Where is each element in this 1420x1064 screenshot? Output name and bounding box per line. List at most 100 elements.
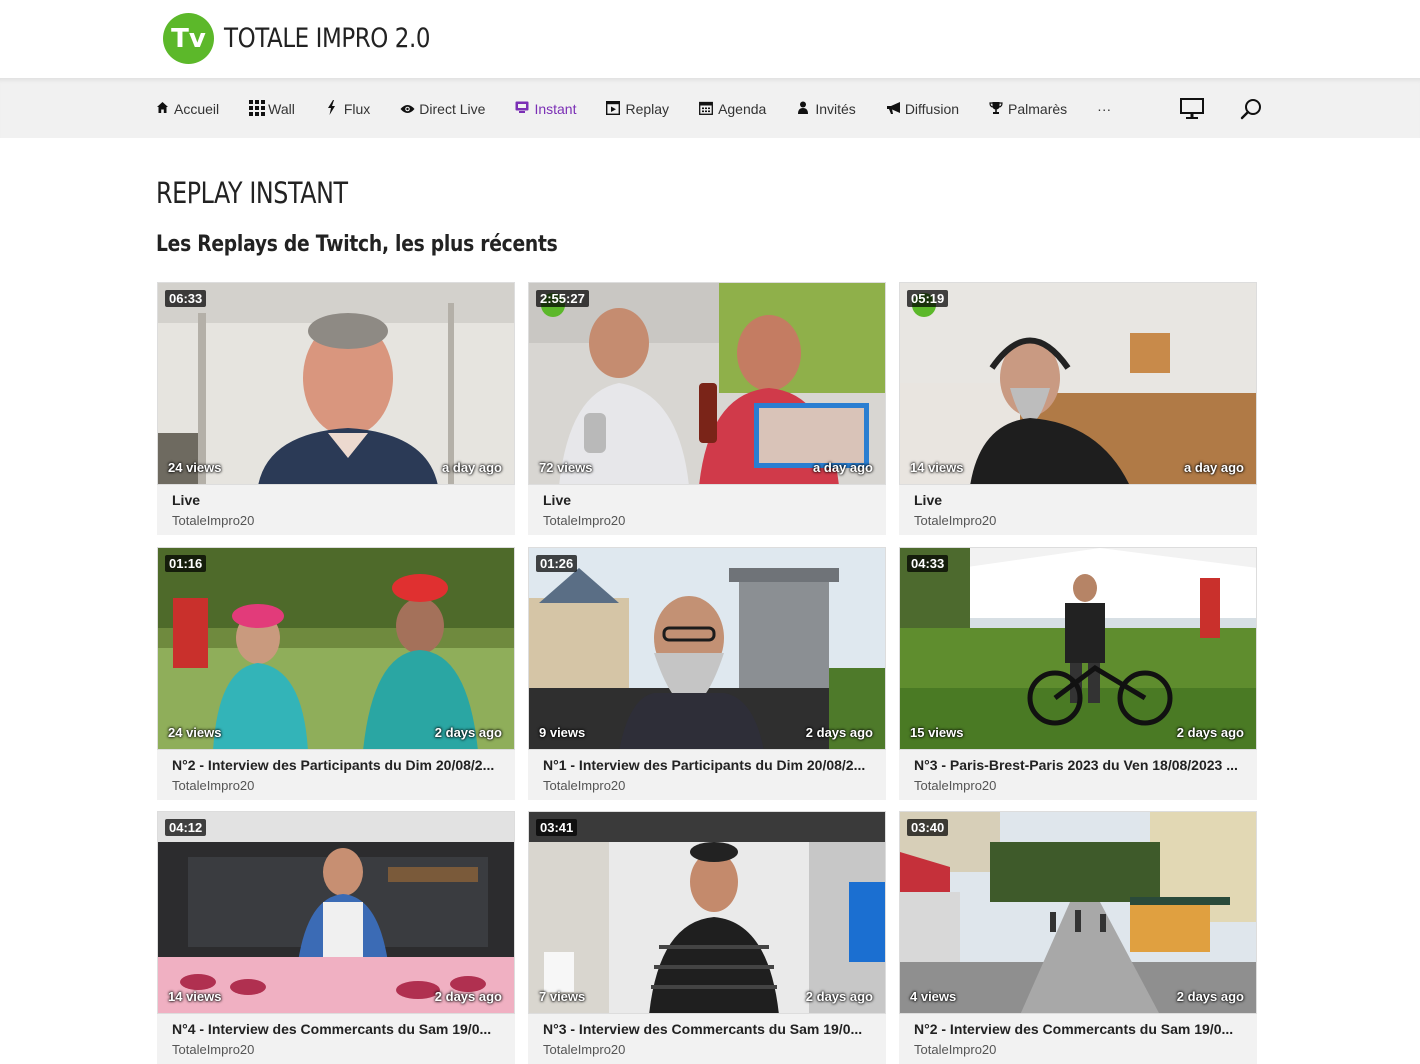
video-thumbnail[interactable]: 06:33 24 views a day ago [157, 282, 515, 485]
video-thumbnail[interactable]: 05:19 14 views a day ago [899, 282, 1257, 485]
time-ago: 2 days ago [1176, 725, 1244, 740]
views-count: 14 views [910, 460, 964, 475]
time-ago: 2 days ago [1176, 989, 1244, 1004]
nav-item-flux[interactable]: Flux [325, 100, 370, 118]
video-card[interactable]: 05:19 14 views a day ago Live TotaleImpr… [899, 282, 1257, 535]
nav-label: Palmarès [1008, 101, 1068, 117]
nav-item-palmares[interactable]: Palmarès [989, 101, 1067, 118]
nav-label: Agenda [718, 101, 767, 117]
views-count: 72 views [539, 460, 593, 475]
nav-item-replay[interactable]: Replay [606, 100, 670, 118]
nav-label: Instant [534, 101, 577, 117]
video-title[interactable]: N°1 - Interview des Participants du Dim … [543, 757, 871, 773]
thumbnail-image [900, 283, 1256, 484]
nav-item-more[interactable]: ··· [1097, 101, 1111, 117]
video-thumbnail[interactable]: 03:41 7 views 2 days ago [528, 811, 886, 1014]
channel-name: TotaleImpro20 [914, 513, 997, 528]
video-card[interactable]: 04:12 14 views 2 days ago N°4 - Intervie… [157, 811, 515, 1064]
nav-item-invites[interactable]: Invités [796, 101, 856, 117]
video-card[interactable]: 06:33 24 views a day ago Live TotaleImpr… [157, 282, 515, 535]
channel-name: TotaleImpro20 [543, 1042, 626, 1057]
video-title[interactable]: Live [543, 492, 871, 508]
video-title[interactable]: Live [172, 492, 500, 508]
views-count: 15 views [910, 725, 964, 740]
page-title: REPLAY INSTANT [156, 176, 348, 210]
site-header: Tv TOTALE IMPRO 2.0 [0, 0, 1420, 78]
calendar-icon [699, 101, 714, 118]
views-count: 7 views [539, 989, 586, 1004]
trophy-icon [989, 101, 1003, 118]
channel-name: TotaleImpro20 [914, 778, 997, 793]
nav-item-direct-live[interactable]: Direct Live [400, 101, 485, 117]
thumbnail-image [158, 548, 514, 749]
thumbnail-image [158, 812, 514, 1013]
more-icon: ··· [1097, 101, 1112, 117]
channel-name: TotaleImpro20 [543, 778, 626, 793]
thumbnail-image [529, 283, 885, 484]
views-count: 24 views [168, 460, 222, 475]
nav-label: Wall [268, 101, 295, 117]
nav-item-wall[interactable]: Wall [249, 99, 295, 119]
video-thumbnail[interactable]: 2:55:27 72 views a day ago [528, 282, 886, 485]
video-card[interactable]: 2:55:27 72 views a day ago Live TotaleIm… [528, 282, 886, 535]
views-count: 14 views [168, 989, 222, 1004]
time-ago: 2 days ago [805, 725, 873, 740]
channel-name: TotaleImpro20 [543, 513, 626, 528]
nav-label: Invités [815, 101, 856, 117]
nav-label: Direct Live [419, 101, 486, 117]
eye-icon [400, 102, 415, 117]
search-icon[interactable] [1240, 79, 1262, 139]
nav-item-diffusion[interactable]: Diffusion [886, 101, 959, 118]
video-card[interactable]: 01:16 24 views 2 days ago N°2 - Intervie… [157, 547, 515, 800]
time-ago: a day ago [813, 460, 873, 475]
main-content: REPLAY INSTANT Les Replays de Twitch, le… [156, 138, 1260, 1064]
thumbnail-image [900, 548, 1256, 749]
video-card[interactable]: 03:41 7 views 2 days ago N°3 - Interview… [528, 811, 886, 1064]
video-card[interactable]: 01:26 9 views 2 days ago N°1 - Interview… [528, 547, 886, 800]
video-title[interactable]: N°2 - Interview des Participants du Dim … [172, 757, 500, 773]
duration-badge: 01:26 [536, 555, 578, 572]
site-logo[interactable]: Tv TOTALE IMPRO 2.0 [163, 13, 466, 64]
time-ago: 2 days ago [805, 989, 873, 1004]
nav-label: Replay [625, 101, 670, 117]
monitor-icon[interactable] [1180, 79, 1204, 139]
thumbnail-image [529, 812, 885, 1013]
duration-badge: 06:33 [165, 290, 207, 307]
channel-name: TotaleImpro20 [914, 1042, 997, 1057]
video-thumbnail[interactable]: 03:40 4 views 2 days ago [899, 811, 1257, 1014]
video-title[interactable]: N°3 - Interview des Commercants du Sam 1… [543, 1021, 871, 1037]
channel-name: TotaleImpro20 [172, 513, 255, 528]
nav-label: Diffusion [904, 101, 960, 117]
nav-label: Accueil [174, 101, 220, 117]
logo-mark: Tv [163, 13, 214, 64]
play-square-icon [606, 100, 621, 118]
nav-item-accueil[interactable]: Accueil [155, 101, 219, 117]
views-count: 9 views [539, 725, 586, 740]
video-title[interactable]: N°4 - Interview des Commercants du Sam 1… [172, 1021, 500, 1037]
video-thumbnail[interactable]: 01:26 9 views 2 days ago [528, 547, 886, 750]
video-thumbnail[interactable]: 04:12 14 views 2 days ago [157, 811, 515, 1014]
video-title[interactable]: Live [914, 492, 1242, 508]
duration-badge: 03:41 [536, 819, 578, 836]
section-subtitle: Les Replays de Twitch, les plus récents [156, 232, 558, 257]
nav-item-instant[interactable]: Instant [515, 101, 576, 117]
time-ago: 2 days ago [434, 725, 502, 740]
channel-name: TotaleImpro20 [172, 1042, 255, 1057]
bolt-icon [325, 100, 339, 118]
video-title[interactable]: N°2 - Interview des Commercants du Sam 1… [914, 1021, 1242, 1037]
user-icon [796, 101, 810, 117]
main-nav: Accueil Wall Flux Direct Live Instant Re… [0, 78, 1420, 138]
video-card[interactable]: 04:33 15 views 2 days ago N°3 - Paris-Br… [899, 547, 1257, 800]
duration-badge: 03:40 [907, 819, 949, 836]
duration-badge: 04:12 [165, 819, 207, 836]
video-title[interactable]: N°3 - Paris-Brest-Paris 2023 du Ven 18/0… [914, 757, 1242, 773]
video-card[interactable]: 03:40 4 views 2 days ago N°2 - Interview… [899, 811, 1257, 1064]
video-thumbnail[interactable]: 04:33 15 views 2 days ago [899, 547, 1257, 750]
home-icon [155, 101, 169, 117]
views-count: 4 views [910, 989, 957, 1004]
video-thumbnail[interactable]: 01:16 24 views 2 days ago [157, 547, 515, 750]
twitch-icon [515, 101, 529, 117]
site-title: TOTALE IMPRO 2.0 [224, 23, 431, 54]
nav-item-agenda[interactable]: Agenda [699, 101, 766, 118]
megaphone-icon [886, 101, 900, 118]
